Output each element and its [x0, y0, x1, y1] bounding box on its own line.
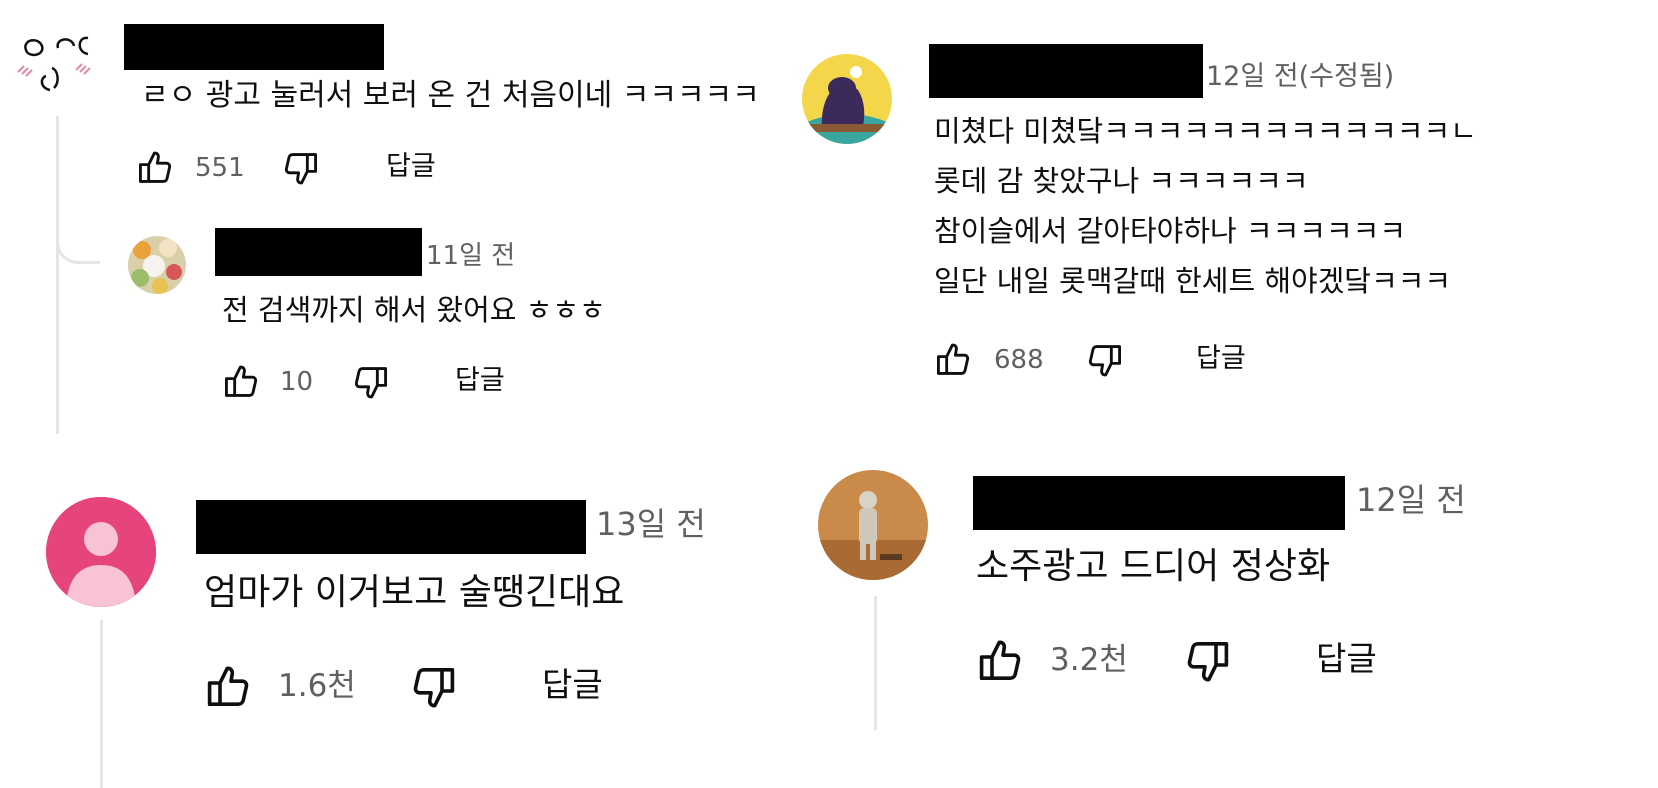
- comment-text-line: 참이슬에서 갈아타야하나 ㅋㅋㅋㅋㅋㅋ: [934, 214, 1406, 248]
- reply-button[interactable]: 답글: [1196, 342, 1246, 376]
- comment-thread: 12일 전(수정됨) 미쳤다 미쳤닼ㅋㅋㅋㅋㅋㅋㅋㅋㅋㅋㅋㅋㅋㄴ 롯데 감 찾았…: [790, 0, 1658, 440]
- comment-text-line: 미쳤다 미쳤닼ㅋㅋㅋㅋㅋㅋㅋㅋㅋㅋㅋㅋㅋㄴ: [934, 114, 1477, 148]
- author-name-redacted: [196, 500, 586, 554]
- like-count: 1.6천: [278, 668, 356, 704]
- default-user-avatar[interactable]: [46, 497, 156, 607]
- author-name-redacted: [215, 228, 422, 276]
- thread-connector: [56, 116, 59, 434]
- thumbs-down-icon[interactable]: [1184, 638, 1232, 686]
- comment-timestamp[interactable]: 12일 전(수정됨): [1206, 60, 1394, 94]
- like-count: 3.2천: [1050, 642, 1128, 678]
- thumbs-down-icon[interactable]: [282, 150, 320, 188]
- thumbs-up-icon[interactable]: [136, 148, 174, 186]
- comment-thread: 13일 전 엄마가 이거보고 술땡긴대요 1.6천 답글: [0, 440, 790, 788]
- doodle-face-avatar[interactable]: [10, 28, 100, 100]
- thumbs-down-icon[interactable]: [1086, 342, 1124, 380]
- reply-button[interactable]: 답글: [386, 150, 436, 184]
- comment-timestamp[interactable]: 11일 전: [426, 240, 515, 272]
- like-count: 551: [195, 153, 245, 183]
- like-count: 10: [280, 367, 314, 397]
- comment-thread: ㄹㅇ 광고 눌러서 보러 온 건 처음이네 ㅋㅋㅋㅋㅋ 551 답글 11일 전…: [0, 0, 790, 440]
- comment-timestamp[interactable]: 13일 전: [596, 504, 706, 544]
- reply-text: 전 검색까지 해서 왔어요 ㅎㅎㅎ: [222, 293, 606, 327]
- panther-avatar[interactable]: [802, 54, 892, 144]
- flowers-avatar[interactable]: [128, 236, 186, 294]
- author-name-redacted: [973, 476, 1345, 530]
- thumbs-down-icon[interactable]: [352, 364, 390, 402]
- thumbs-up-icon[interactable]: [204, 662, 252, 710]
- thread-connector: [100, 620, 103, 788]
- comment-text-line: 일단 내일 롯맥갈때 한세트 해야겠닼ㅋㅋㅋ: [934, 264, 1452, 298]
- thread-connector: [874, 596, 877, 730]
- comment-text: ㄹㅇ 광고 눌러서 보러 온 건 처음이네 ㅋㅋㅋㅋㅋ: [141, 78, 760, 113]
- thumbs-down-icon[interactable]: [410, 664, 458, 712]
- reply-button[interactable]: 답글: [455, 364, 505, 398]
- author-name-redacted: [124, 24, 384, 70]
- comment-text-line: 롯데 감 찾았구나 ㅋㅋㅋㅋㅋㅋ: [934, 164, 1309, 198]
- like-count: 688: [994, 345, 1044, 375]
- thumbs-up-icon[interactable]: [222, 362, 260, 400]
- comment-timestamp[interactable]: 12일 전: [1356, 480, 1466, 520]
- comment-text: 엄마가 이거보고 술땡긴대요: [204, 572, 625, 613]
- author-name-redacted: [929, 44, 1203, 98]
- comment-thread: 12일 전 소주광고 드디어 정상화 3.2천 답글: [790, 440, 1658, 788]
- astronaut-avatar[interactable]: [818, 470, 928, 580]
- thread-connector-curve: [56, 220, 100, 264]
- thumbs-up-icon[interactable]: [976, 636, 1024, 684]
- comment-text: 소주광고 드디어 정상화: [976, 546, 1331, 587]
- thumbs-up-icon[interactable]: [934, 340, 972, 378]
- reply-button[interactable]: 답글: [1316, 638, 1377, 680]
- reply-button[interactable]: 답글: [542, 664, 603, 706]
